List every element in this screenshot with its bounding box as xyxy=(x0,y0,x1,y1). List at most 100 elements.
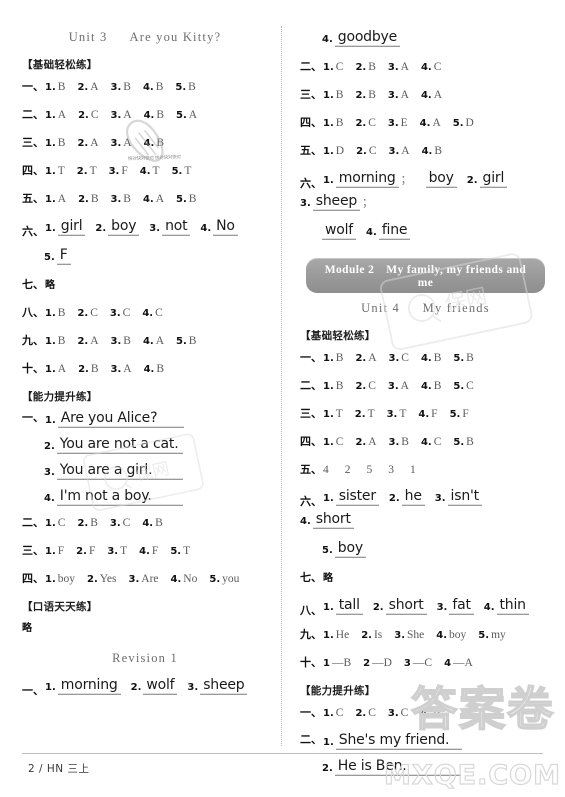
handwritten-item: 5. F xyxy=(44,248,71,265)
answer-item: 4. B xyxy=(420,380,442,392)
answer-item: 4. B xyxy=(143,363,165,375)
answer-item: 5. T xyxy=(171,165,192,177)
handwritten-item: 4. fine xyxy=(366,223,411,240)
row-label: 四、 xyxy=(300,116,322,129)
answer-row: 五、 1. D 2. C 3. A 4. B xyxy=(300,143,551,160)
answer-item: 2. A xyxy=(77,335,99,347)
answer-item: 2 —D xyxy=(363,657,392,669)
answer-item: 1. A xyxy=(45,193,67,205)
handwritten-item: 4. thin xyxy=(484,598,529,615)
handwritten-sentence: 2. You are not a cat. xyxy=(22,437,268,454)
omitted-marker: 略 xyxy=(22,623,32,634)
answer-row: 三、 1. F 2. F 3. T 4. F 5. T xyxy=(22,543,268,560)
handwritten-row: 八、 1. tall 2. short 3. fat 4. thin xyxy=(300,598,551,621)
answer-item: 1. B xyxy=(45,137,66,149)
answer-item: 3. C xyxy=(387,707,409,719)
answer-item: 2. C xyxy=(355,707,376,719)
right-unit-heading: Unit 4 My friends xyxy=(300,301,551,316)
answer-item: 1. C xyxy=(323,707,344,719)
answer-item: 4. No xyxy=(170,573,198,585)
answer-row: 二、 1. A 2. C 3. A 4. B 5. A xyxy=(22,107,268,124)
handwritten-sentence: 4. I'm not a boy. xyxy=(22,489,268,506)
handwritten-answer: No xyxy=(213,219,238,236)
handwritten-item: 4. No xyxy=(200,219,238,236)
handwritten-item: 3. sheep xyxy=(187,678,248,695)
answer-row: 二、 1. B 2. C 3. A 4. B 5. C xyxy=(300,378,551,395)
two-column-body: Unit 3 Are you Kitty? 【基础轻松练】 一、 1. B 2. A… xyxy=(0,0,565,776)
handwritten-answer: boy xyxy=(334,541,366,558)
answer-row: 五、 1. A 2. B 3. B 4. A 5. B xyxy=(22,191,268,208)
answer-item: 5. F xyxy=(449,408,469,420)
handwritten-item: 1. sister xyxy=(323,489,379,506)
answer-item: 1. B xyxy=(323,380,344,392)
answer-item: 4. B xyxy=(420,352,442,364)
answer-item: 2. A xyxy=(77,137,99,149)
answer-item: 4. B xyxy=(142,517,163,529)
handwritten-answer: girl xyxy=(479,171,508,188)
answer-row: 二、 1. C 2. B 3. A 4. C xyxy=(300,59,551,76)
handwritten-item: 2. he xyxy=(389,489,425,506)
handwritten-answer: You are not a cat. xyxy=(56,437,183,454)
row-label: 一、 xyxy=(22,80,44,93)
answer-item: 1 —B xyxy=(323,657,352,669)
answer-item: 5. D xyxy=(452,117,474,129)
answer-item: 2. T xyxy=(76,165,97,177)
omitted-marker: 略 xyxy=(323,573,333,584)
handwritten-answer: fine xyxy=(378,223,411,240)
answer-item: 3. B xyxy=(110,81,131,93)
answer-item: 1. B xyxy=(323,117,344,129)
left-oral-section-heading: 【口语天天练】 xyxy=(22,601,98,613)
row-label: 六、 xyxy=(22,225,44,238)
answer-item: 1. B xyxy=(45,335,66,347)
answer-item: 4 —A xyxy=(444,657,473,669)
answer-row: 十、 1. A 2. B 3. A 4. B xyxy=(22,361,268,378)
handwritten-row: wolf 4. fine xyxy=(300,223,551,246)
answer-item: 5. B xyxy=(176,335,197,347)
answer-row: 九、 1. B 2. A 3. B 4. A 5. B xyxy=(22,333,268,350)
answer-item: 3. A xyxy=(110,109,132,121)
answer-item: 4. B xyxy=(143,109,165,121)
handwritten-answer: boy xyxy=(108,219,140,236)
handwritten-answer: thin xyxy=(496,598,529,615)
handwritten-row: 5. F xyxy=(22,248,268,271)
row-label: 三、 xyxy=(300,407,322,420)
answer-item: 2. T xyxy=(354,408,375,420)
handwritten-answer: short xyxy=(385,598,427,615)
left-basic-answer-list: 一、 1. B 2. A 3. B 4. B 5. B 二、 1. A 2. C 3. A 4.… xyxy=(22,79,268,208)
row-label: 十、 xyxy=(300,656,322,669)
handwritten-answer: isn't xyxy=(447,489,482,506)
handwritten-answer: I'm not a boy. xyxy=(56,489,183,506)
row-label: 四、 xyxy=(22,572,44,585)
handwritten-item: 1. morning； xyxy=(323,170,412,188)
column-divider xyxy=(281,26,282,746)
answer-item: 1. B xyxy=(323,352,344,364)
separator: ； xyxy=(400,174,412,186)
row-label: 四、 xyxy=(300,435,322,448)
answer-item: 3. A xyxy=(387,61,409,73)
left-unit-name: Are you Kitty? xyxy=(129,30,222,44)
answer-row: 二、 1. C 2. B 3. C 4. B xyxy=(22,515,268,532)
answer-item: 1. A xyxy=(45,109,67,121)
handwritten-item: 2. wolf xyxy=(131,678,178,695)
right-basic-answer-list: 一、 1. B 2. A 3. C 4. B 5. B 二、 1. B 2. C 3. A 4.… xyxy=(300,350,551,451)
row-label: 六、 xyxy=(300,495,322,508)
row-label: 二、 xyxy=(22,516,44,529)
answer-item: 4. boy xyxy=(436,629,467,641)
answer-item: 2. B xyxy=(355,89,376,101)
answer-item: 1. T xyxy=(45,165,65,177)
answer-item: 2. A xyxy=(355,436,377,448)
answer-item: 2. B xyxy=(78,363,99,375)
answer-item: 4. F xyxy=(139,545,159,557)
answer-row: 三、 1. B 2. B 3. A 4. A xyxy=(300,87,551,104)
handwritten-answer: sheep xyxy=(312,194,361,211)
handwritten-row: 一、 1. morning 2. wolf 3. sheep xyxy=(22,678,268,701)
answer-item: 2. B xyxy=(77,517,98,529)
handwritten-answer: sheep xyxy=(200,678,248,695)
row-label: 一、 xyxy=(300,351,322,364)
answer-row-omitted: 七、 略 xyxy=(22,277,268,294)
answer-item: 3. A xyxy=(387,89,409,101)
sequence-item: 3 xyxy=(388,464,394,476)
answer-item: 1. C xyxy=(323,436,344,448)
answer-item: 2. C xyxy=(355,380,376,392)
answer-item: 1. A xyxy=(45,363,67,375)
